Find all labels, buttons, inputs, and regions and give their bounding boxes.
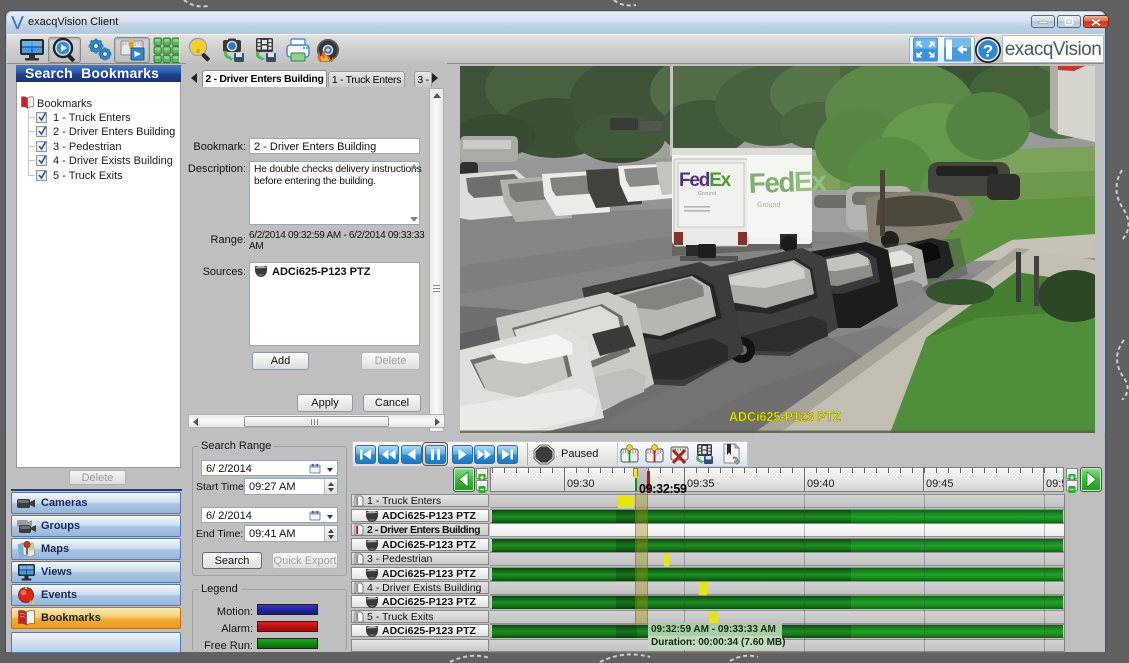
svg-text:Ground: Ground <box>757 202 780 209</box>
svg-text:ADCi625-P123 PTZ: ADCi625-P123 PTZ <box>729 410 841 424</box>
svg-text:FedEx: FedEx <box>748 165 827 199</box>
svg-text:FedEx: FedEx <box>679 170 732 191</box>
svg-text:?: ? <box>983 42 993 61</box>
svg-text:Ground: Ground <box>698 191 716 197</box>
